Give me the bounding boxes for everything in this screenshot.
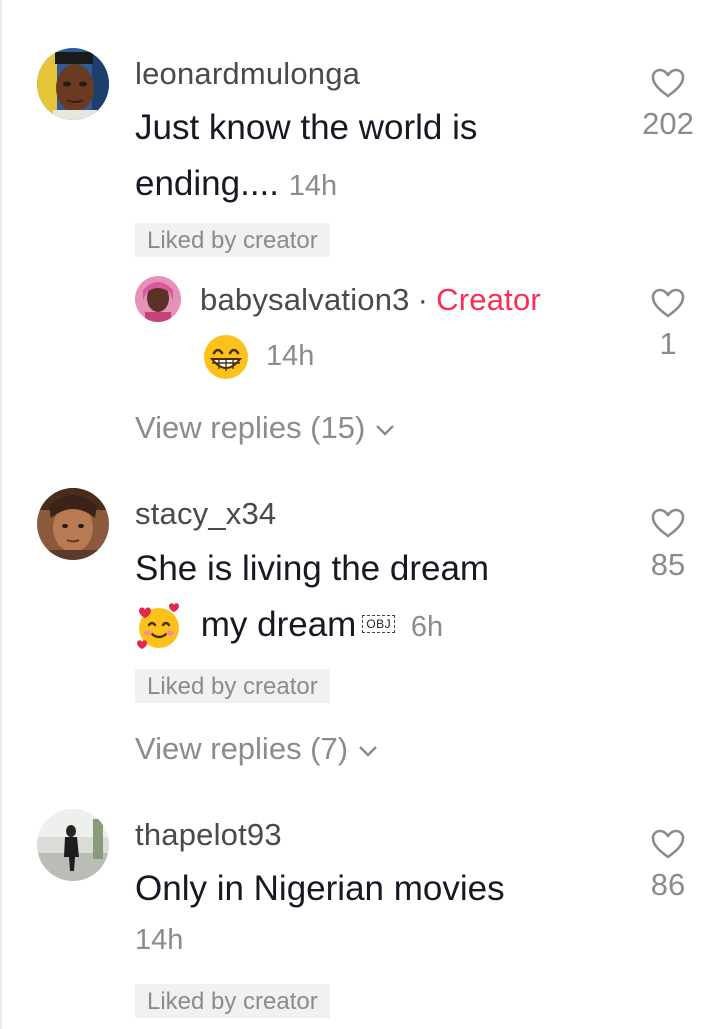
comment-username[interactable]: leonardmulonga (135, 56, 360, 92)
liked-by-creator-badge: Liked by creator (135, 984, 330, 1018)
like-heart-icon[interactable] (651, 508, 685, 538)
comment-time: 6h (410, 611, 444, 643)
comment-text-line: She is living the dream (135, 549, 490, 588)
avatar-thapelot93[interactable] (37, 809, 109, 881)
comment-text-line: my dream OBJ 6h (135, 597, 489, 655)
avatar-stacy_x34[interactable] (37, 488, 109, 560)
comment-text-line: ending.... 14h (135, 156, 477, 214)
reply-time: 14h (266, 340, 315, 372)
object-replacement-marker: OBJ (362, 615, 396, 633)
view-replies-label: View replies (7) (135, 731, 349, 766)
like-heart-icon[interactable] (651, 288, 685, 318)
like-count: 85 (650, 547, 686, 582)
comment-text-line: Just know the world is (135, 108, 478, 147)
comment-username[interactable]: stacy_x34 (135, 496, 276, 532)
comment-username[interactable]: thapelot93 (135, 817, 282, 853)
left-divider (0, 0, 2, 1029)
comment-time: 14h (288, 170, 338, 202)
avatar-babysalvation3[interactable] (135, 276, 181, 322)
view-replies-button[interactable]: View replies (15) (135, 410, 396, 446)
grinning-face-emoji-icon (202, 333, 250, 386)
comment-text: Just know the world is ending.... 14h (135, 100, 477, 214)
smiling-face-with-hearts-emoji-icon (135, 602, 183, 651)
reply-username[interactable]: babysalvation3 (200, 282, 410, 317)
chevron-down-icon (358, 745, 377, 757)
avatar-leonardmulonga[interactable] (37, 48, 109, 120)
like-count: 202 (642, 106, 694, 141)
like-heart-icon[interactable] (651, 829, 685, 859)
like-count: 1 (659, 326, 677, 361)
comment-text-fragment: my dream (200, 605, 357, 644)
creator-badge: Creator (436, 282, 541, 317)
comment-text-fragment: ending.... (135, 164, 279, 203)
reply-header: babysalvation3 · Creator (200, 282, 541, 318)
like-count: 86 (650, 867, 686, 902)
separator-dot: · (417, 282, 429, 317)
like-heart-icon[interactable] (651, 68, 685, 98)
view-replies-label: View replies (15) (135, 410, 366, 445)
comment-text: She is living the dream my dream OBJ 6h (135, 541, 489, 655)
liked-by-creator-badge: Liked by creator (135, 223, 330, 257)
liked-by-creator-badge: Liked by creator (135, 669, 330, 703)
comment-time: 14h (135, 924, 184, 956)
comment-text: Only in Nigerian movies (135, 869, 505, 908)
view-replies-button[interactable]: View replies (7) (135, 731, 379, 767)
chevron-down-icon (376, 424, 394, 436)
